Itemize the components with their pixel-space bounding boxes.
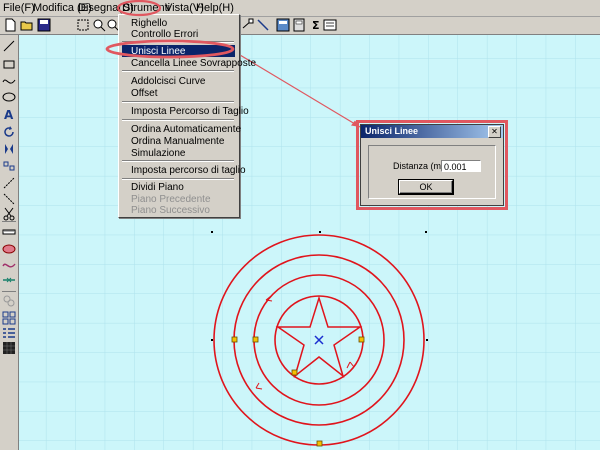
- menu-item-imposta-percorso-taglio[interactable]: Imposta percorso di taglio: [131, 165, 246, 176]
- close-icon[interactable]: ✕: [488, 126, 501, 138]
- fill-icon[interactable]: [2, 341, 16, 355]
- menu-strumenti[interactable]: Strumenti: [123, 2, 170, 14]
- menu-item-simulazione[interactable]: Simulazione: [131, 148, 185, 159]
- lens-icon[interactable]: [2, 241, 16, 255]
- menu-item-piano-precedente: Piano Precedente: [131, 194, 211, 205]
- menu-item-unisci-linee[interactable]: Unisci Linee: [131, 46, 185, 57]
- menu-item-dividi-piano[interactable]: Dividi Piano: [131, 182, 184, 193]
- open-icon[interactable]: [20, 18, 34, 32]
- menu-item-righello[interactable]: Righello: [131, 18, 167, 29]
- save-icon[interactable]: [37, 18, 51, 32]
- separator: [122, 70, 234, 72]
- ruler-icon[interactable]: [2, 225, 16, 239]
- unisci-linee-dialog: Unisci Linee ✕ Distanza (mm): 0.001 OK: [360, 124, 504, 206]
- separator: [122, 119, 234, 121]
- zoom-icon[interactable]: [92, 18, 106, 32]
- select-icon[interactable]: [76, 18, 90, 32]
- rotate-icon[interactable]: [2, 125, 16, 139]
- menu-file[interactable]: File(F): [3, 2, 35, 14]
- curve-icon[interactable]: [2, 73, 16, 87]
- separator: [122, 160, 234, 162]
- separator: [2, 221, 16, 222]
- menu-item-ordina-auto[interactable]: Ordina Automaticamente: [131, 124, 241, 135]
- link-icon[interactable]: [2, 294, 16, 308]
- menu-item-imposta-percorso[interactable]: Imposta Percorso di Taglio: [131, 106, 249, 117]
- node-edit-icon[interactable]: [2, 192, 16, 206]
- wave-icon[interactable]: [2, 257, 16, 271]
- ellipse-icon[interactable]: [2, 90, 16, 104]
- line-tool-icon[interactable]: [256, 18, 270, 32]
- drawing-canvas[interactable]: [19, 35, 600, 450]
- menu-item-controllo-errori[interactable]: Controllo Errori: [131, 29, 198, 40]
- separator: [2, 291, 16, 292]
- menu-item-addolcisci-curve[interactable]: Addolcisci Curve: [131, 76, 205, 87]
- menu-item-cancella-linee-sovrapposte[interactable]: Cancella Linee Sovrapposte: [131, 58, 256, 69]
- text-icon[interactable]: [323, 18, 337, 32]
- svg-text:A: A: [4, 108, 14, 121]
- dialog-title: Unisci Linee: [365, 126, 419, 136]
- menu-item-piano-successivo: Piano Successivo: [131, 205, 210, 216]
- svg-text:Σ: Σ: [312, 19, 320, 32]
- drawing-area[interactable]: [19, 35, 600, 450]
- array-icon[interactable]: [2, 159, 16, 173]
- left-toolbar: A: [0, 35, 19, 450]
- node-edit-icon[interactable]: [2, 176, 16, 190]
- new-icon[interactable]: [3, 18, 17, 32]
- toolbar: Σ: [0, 17, 600, 35]
- strumenti-dropdown: Righello Controllo Errori Unisci Linee C…: [118, 14, 256, 218]
- node-icon[interactable]: [240, 18, 254, 32]
- ok-button[interactable]: OK: [398, 179, 454, 195]
- dialog-titlebar[interactable]: Unisci Linee ✕: [361, 125, 503, 138]
- mirror-icon[interactable]: [2, 142, 16, 156]
- line-icon[interactable]: [2, 39, 16, 53]
- separator: [122, 178, 234, 180]
- scissors-icon[interactable]: [2, 207, 16, 221]
- menu-bar: File(F) Modifica (E) Disegna(D) Strument…: [0, 0, 600, 17]
- calculator-icon[interactable]: [292, 18, 306, 32]
- text-icon[interactable]: A: [2, 107, 16, 121]
- distance-input[interactable]: 0.001: [441, 160, 481, 172]
- separator: [122, 41, 234, 43]
- rectangle-icon[interactable]: [2, 57, 16, 71]
- join-icon[interactable]: [2, 273, 16, 287]
- separator: [122, 101, 234, 103]
- sum-icon[interactable]: Σ: [309, 18, 323, 32]
- menu-help[interactable]: Help(H): [196, 2, 234, 14]
- image-icon[interactable]: [276, 18, 290, 32]
- grid-icon[interactable]: [2, 311, 16, 325]
- menu-item-offset[interactable]: Offset: [131, 88, 158, 99]
- list-icon[interactable]: [2, 326, 16, 340]
- menu-item-ordina-manuale[interactable]: Ordina Manualmente: [131, 136, 224, 147]
